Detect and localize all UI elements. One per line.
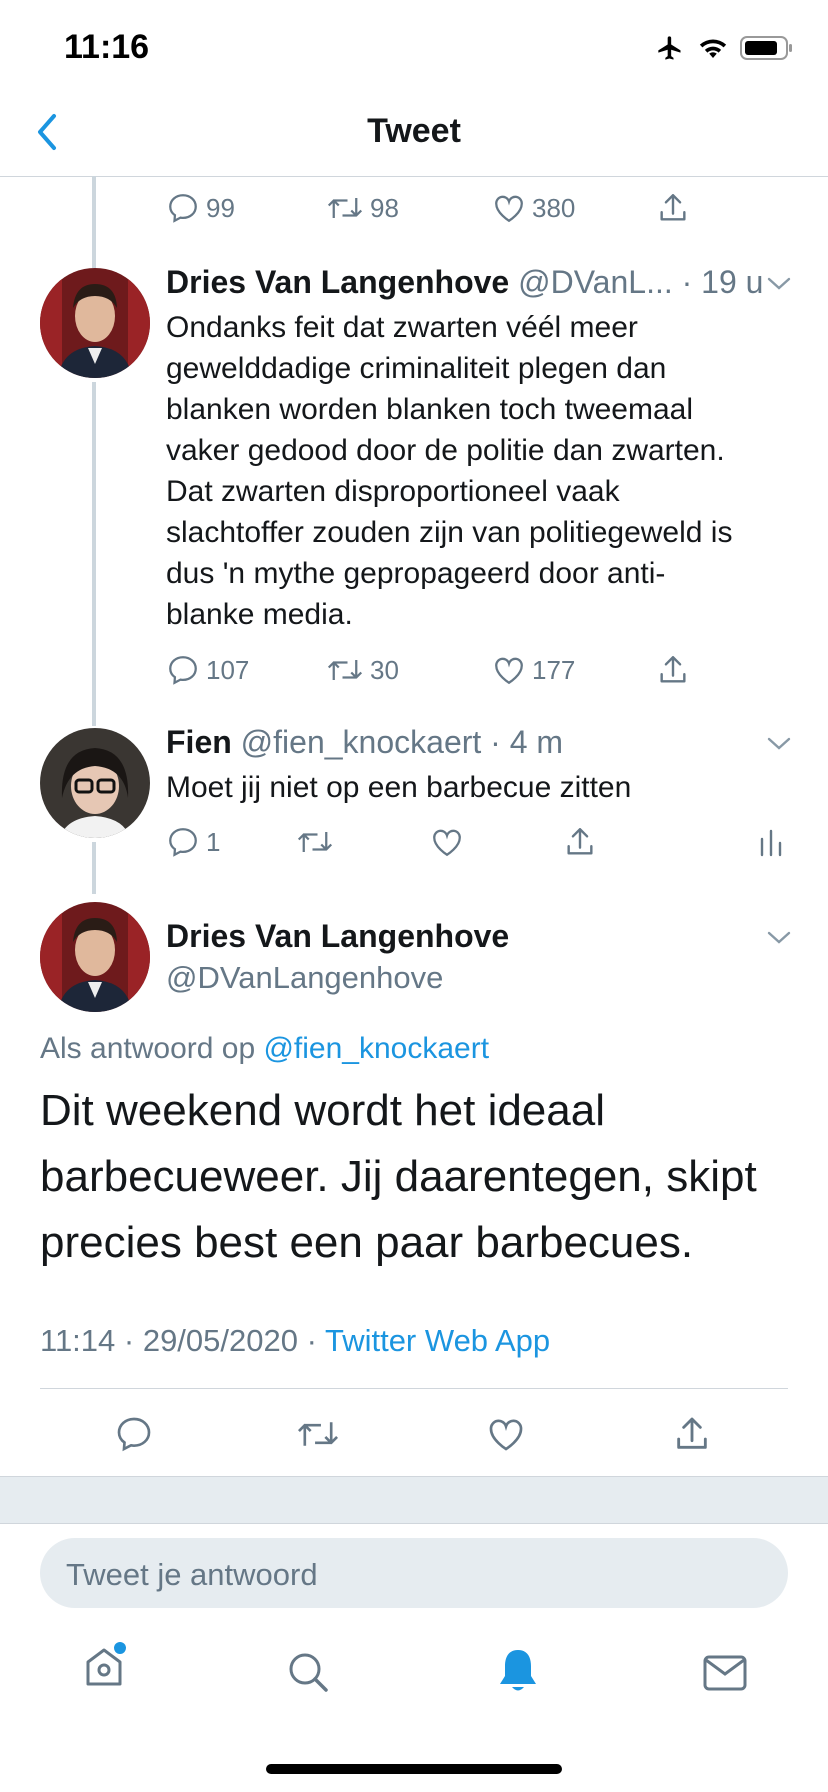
tweet1-actions: 107 30 177 — [0, 650, 828, 690]
tab-notifications[interactable] — [496, 1646, 540, 1699]
reply-context: Als antwoord op @fien_knockaert — [40, 1032, 489, 1066]
page-title: Tweet — [367, 112, 461, 150]
source-link[interactable]: Twitter Web App — [325, 1323, 550, 1358]
like-button[interactable] — [430, 826, 464, 858]
tweet2-text: Moet jij niet op een barbecue zitten — [166, 771, 632, 804]
author-handle[interactable]: @DVanL... — [518, 264, 673, 300]
tweet1-header: Dries Van Langenhove @DVanL... · 19 u — [166, 264, 763, 301]
analytics-button[interactable] — [758, 827, 784, 857]
text-line: blanke media. — [166, 598, 353, 631]
share-button[interactable] — [672, 1414, 712, 1454]
tab-search[interactable] — [286, 1650, 330, 1699]
divider — [40, 1388, 788, 1389]
retweet-button[interactable] — [296, 827, 334, 857]
home-indicator — [266, 1764, 562, 1774]
home-icon — [86, 1642, 126, 1686]
retweet-icon — [327, 660, 363, 680]
main-tweet-text: Dit weekend wordt het ideaal barbecuewee… — [40, 1078, 800, 1276]
text-line: Ondanks feit dat zwarten véél meer — [166, 311, 638, 344]
analytics-icon — [760, 829, 782, 857]
share-icon — [567, 828, 593, 855]
share-icon — [677, 1417, 707, 1449]
reply-button[interactable]: 107 — [166, 653, 249, 687]
text-line: Dat zwarten disproportioneel vaak — [166, 475, 620, 508]
like-count: 177 — [532, 654, 576, 685]
text-line: barbecueweer. Jij daarentegen, skipt — [40, 1152, 757, 1201]
notifications-icon — [500, 1650, 536, 1691]
timestamp: 11:14 · 29/05/2020 · — [40, 1323, 325, 1358]
heart-icon — [495, 657, 523, 685]
tab-messages[interactable] — [702, 1654, 748, 1697]
reply-prefix: Als antwoord op — [40, 1032, 264, 1065]
like-button[interactable]: 380 — [492, 192, 575, 224]
author-name[interactable]: Fien — [166, 724, 232, 760]
reply-count: 107 — [206, 654, 250, 685]
reply-icon — [169, 828, 197, 857]
retweet-icon — [327, 198, 363, 218]
retweet-icon — [297, 1422, 339, 1446]
tweet-meta: 11:14 · 29/05/2020 · Twitter Web App — [40, 1323, 550, 1359]
text-line: dus 'n mythe gepropageerd door anti- — [166, 557, 666, 590]
tweet-time: · 4 m — [490, 724, 564, 760]
share-icon — [660, 656, 686, 683]
chevron-down-icon[interactable] — [766, 736, 792, 752]
main-author-name[interactable]: Dries Van Langenhove — [166, 918, 509, 955]
like-button[interactable]: 177 — [492, 654, 575, 686]
reply-to-link[interactable]: @fien_knockaert — [263, 1032, 489, 1065]
heart-icon — [433, 829, 461, 857]
airplane-icon — [658, 36, 681, 60]
tweet1-text: Ondanks feit dat zwarten véél meer gewel… — [166, 307, 806, 635]
parent-tweet-actions: 99 98 380 — [0, 188, 828, 228]
author-handle[interactable]: @fien_knockaert — [241, 724, 482, 760]
messages-icon — [703, 1655, 747, 1691]
retweet-count: 98 — [370, 192, 399, 223]
text-line: Dit weekend wordt het ideaal — [40, 1086, 605, 1135]
main-author-handle[interactable]: @DVanLangenhove — [166, 960, 443, 996]
tab-home[interactable] — [80, 1642, 128, 1695]
reply-count: 99 — [206, 192, 235, 223]
status-time: 11:16 — [64, 28, 150, 66]
wifi-icon — [699, 39, 727, 58]
retweet-button[interactable]: 98 — [326, 193, 399, 224]
like-button[interactable] — [486, 1415, 526, 1453]
avatar[interactable] — [40, 902, 150, 1012]
share-button[interactable] — [563, 825, 597, 859]
chevron-down-icon[interactable] — [766, 930, 792, 946]
text-line: gewelddadige criminaliteit plegen dan — [166, 352, 667, 385]
heart-icon — [495, 195, 523, 223]
reply-placeholder: Tweet je antwoord — [66, 1557, 318, 1592]
text-line: vaker gedood door de politie dan zwarten… — [166, 434, 725, 467]
text-line: blanken worden blanken toch tweemaal — [166, 393, 694, 426]
heart-icon — [489, 1419, 523, 1451]
tweet-time: · 19 u — [681, 264, 764, 300]
share-button[interactable] — [656, 191, 690, 225]
chevron-down-icon[interactable] — [766, 276, 792, 292]
text-line: precies best een paar barbecues. — [40, 1218, 694, 1267]
main-tweet-actions — [0, 1412, 828, 1456]
search-icon — [289, 1653, 328, 1692]
reply-icon — [169, 656, 197, 685]
reply-count: 1 — [206, 826, 221, 857]
status-icons — [654, 34, 794, 62]
retweet-button[interactable]: 30 — [326, 655, 399, 686]
reply-button[interactable]: 99 — [166, 191, 235, 225]
reply-button[interactable]: 1 — [166, 825, 220, 859]
reply-icon — [169, 194, 197, 223]
author-name[interactable]: Dries Van Langenhove — [166, 264, 509, 300]
retweet-count: 30 — [370, 654, 399, 685]
share-button[interactable] — [656, 653, 690, 687]
section-separator — [0, 1476, 828, 1524]
retweet-button[interactable] — [296, 1416, 340, 1452]
avatar[interactable] — [40, 268, 150, 378]
reply-button[interactable] — [114, 1414, 154, 1454]
like-count: 380 — [532, 192, 576, 223]
text-line: slachtoffer zouden zijn van politiegewel… — [166, 516, 733, 549]
tweet2-actions: 1 — [0, 822, 828, 862]
share-icon — [660, 194, 686, 221]
battery-icon — [740, 36, 792, 60]
retweet-icon — [297, 832, 333, 852]
tweet2-header: Fien @fien_knockaert · 4 m — [166, 724, 563, 761]
reply-icon — [117, 1417, 151, 1452]
